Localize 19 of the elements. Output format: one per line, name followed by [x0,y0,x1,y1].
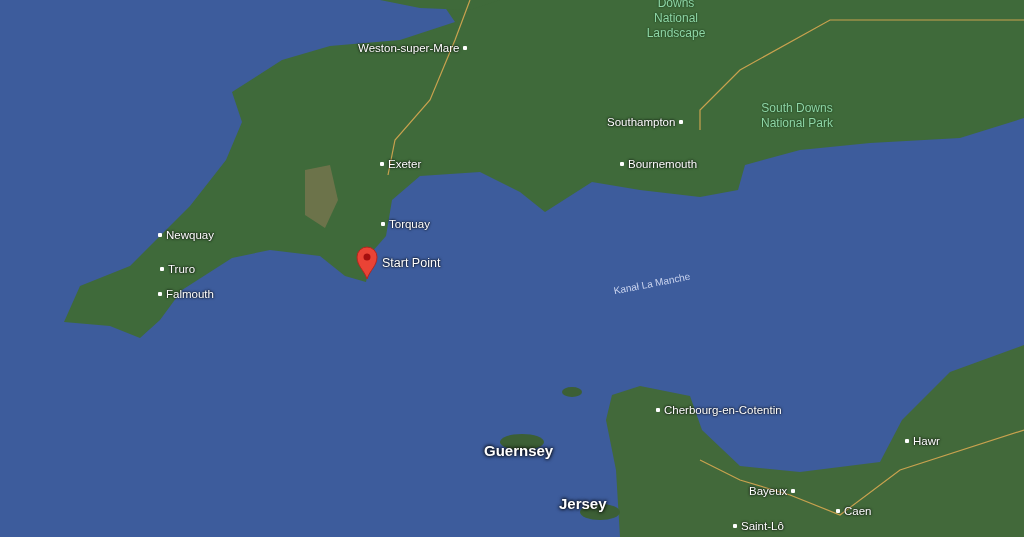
city-label: Bournemouth [628,158,698,170]
map-pin-icon[interactable] [356,246,378,280]
city-label: Hawr [913,435,940,447]
city-label: Exeter [388,158,422,170]
city-label: Falmouth [166,288,214,300]
city-label: Truro [168,263,196,275]
sea-label: Kanał La Manche [612,270,692,297]
city-label: Bayeux [749,485,788,497]
island-label: Jersey [559,495,607,512]
city-label: Newquay [166,229,214,241]
park-label: South Downs National Park [759,101,834,131]
island-label: Guernsey [484,442,554,459]
city-label: Torquay [389,218,430,230]
city-label: Cherbourg-en-Cotentin [664,404,782,416]
city-label: Caen [844,505,872,517]
city-label: Southampton [607,116,676,128]
pin-label: Start Point [382,256,441,270]
city-label: Saint-Lô [741,520,784,532]
city-label: Weston-super-Mare [358,42,460,54]
